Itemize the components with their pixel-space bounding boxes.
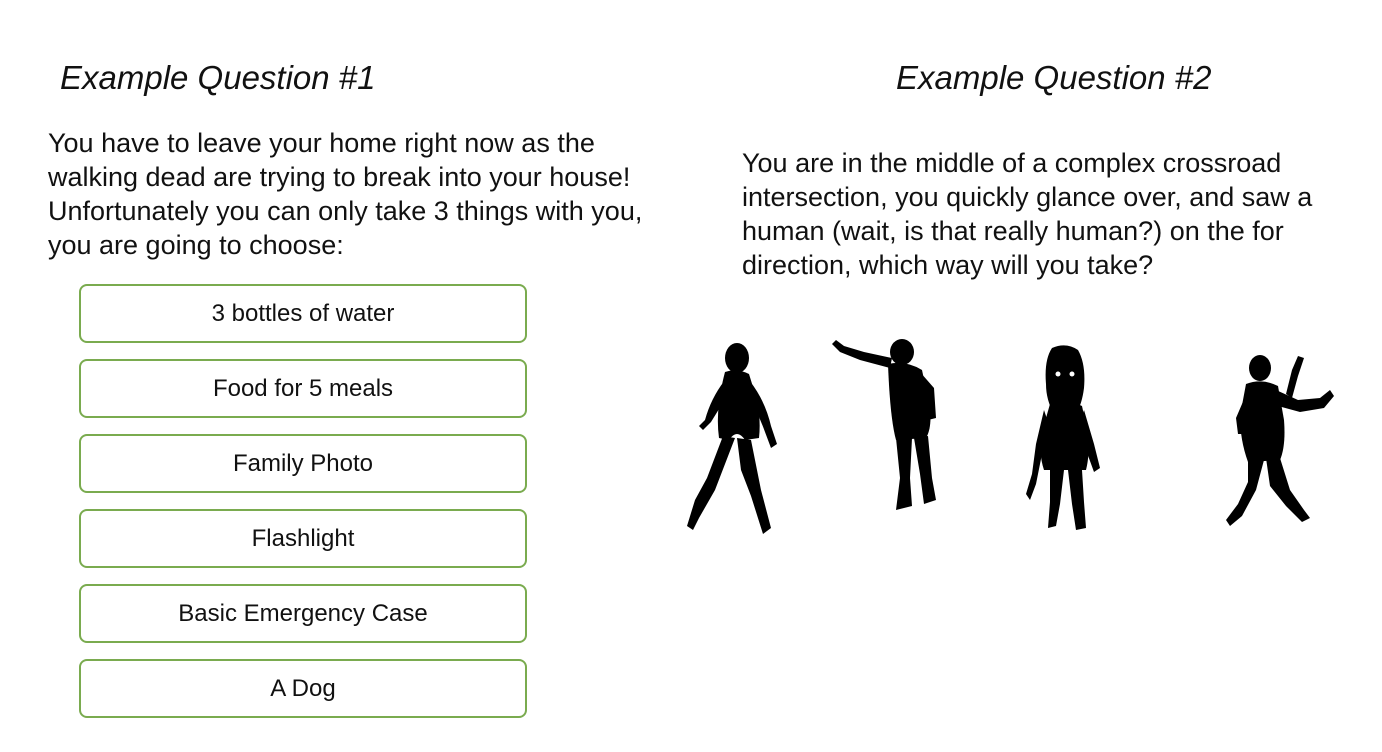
question-1-prompt: You have to leave your home right now as…: [48, 128, 643, 260]
answer-options: 3 bottles of water Food for 5 meals Fami…: [79, 284, 527, 734]
direction-figures: [680, 330, 1360, 550]
option-emergency-case[interactable]: Basic Emergency Case: [79, 584, 527, 643]
option-flashlight[interactable]: Flashlight: [79, 509, 527, 568]
option-family-photo[interactable]: Family Photo: [79, 434, 527, 493]
question-1-title: Example Question #1: [60, 59, 376, 96]
question-2-title: Example Question #2: [896, 59, 1212, 96]
human-silhouette[interactable]: [1220, 350, 1340, 535]
zombie-silhouette-2[interactable]: [830, 338, 950, 518]
option-food[interactable]: Food for 5 meals: [79, 359, 527, 418]
zombie-silhouette-1[interactable]: [685, 340, 785, 540]
zombie-silhouette-3[interactable]: [1020, 344, 1110, 534]
option-dog[interactable]: A Dog: [79, 659, 527, 718]
question-2-prompt: You are in the middle of a complex cross…: [742, 148, 1313, 280]
option-water[interactable]: 3 bottles of water: [79, 284, 527, 343]
